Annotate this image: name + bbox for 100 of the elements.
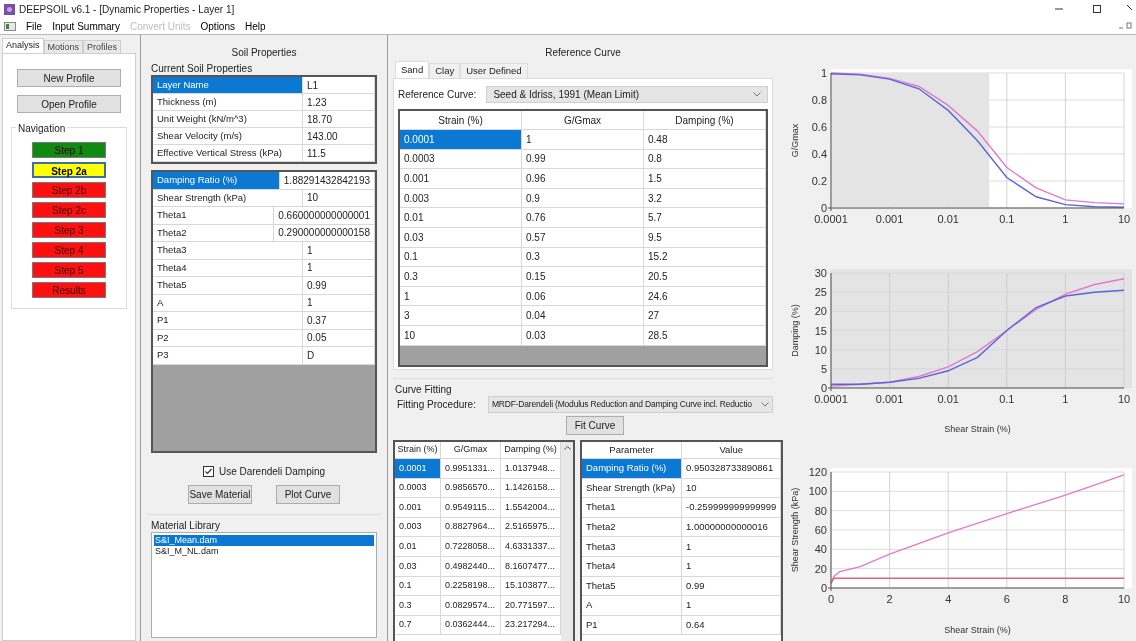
table-cell: 1.5542004... — [501, 498, 561, 518]
group-label: Current Soil Properties — [151, 62, 254, 75]
table-cell: 0.1 — [395, 576, 441, 597]
table-cell: Damping Ratio (%) — [582, 459, 682, 479]
table-cell: 3.2 — [644, 188, 766, 209]
table-cell: 2.5165975... — [501, 517, 561, 538]
step-button[interactable]: Step 1 — [32, 142, 106, 158]
step-button[interactable]: Step 2c — [32, 202, 106, 218]
app-logo-icon — [4, 3, 15, 15]
axis-tick-label: 10 — [814, 343, 827, 356]
list-item[interactable]: S&I_Mean.dam — [154, 535, 374, 546]
table-cell: Layer Name — [153, 77, 303, 94]
tab[interactable]: Sand — [395, 61, 430, 78]
step-button[interactable]: Step 5 — [32, 262, 106, 278]
table-cell: Theta1 — [153, 207, 275, 225]
axis-tick-label: 10 — [1117, 213, 1131, 225]
column-header: Damping (%) — [644, 111, 766, 130]
table-cell: Thickness (m) — [153, 94, 303, 111]
axis-tick-label: 0.4 — [811, 148, 827, 160]
step-button[interactable]: Step 2b — [32, 182, 106, 198]
table-cell: 0.99 — [522, 149, 644, 170]
table-cell: 0.37 — [303, 312, 375, 330]
table-cell: Theta1 — [582, 498, 682, 518]
table-cell: 1 — [682, 596, 782, 616]
menu-item[interactable]: Input Summary — [52, 18, 120, 34]
dropdown[interactable]: Seed & Idriss, 1991 (Mean Limit) — [486, 85, 768, 103]
axis-tick-label: 15 — [814, 324, 827, 337]
axis-tick-label: 0.01 — [937, 213, 959, 225]
axis-tick-label: 0 — [820, 382, 827, 394]
table-cell: 0.15 — [522, 267, 644, 287]
group-label: Curve Fitting — [394, 383, 453, 395]
step-button[interactable]: Results — [32, 282, 106, 298]
action-button[interactable]: Save Material — [188, 485, 252, 504]
axis-tick-label: 1 — [820, 67, 827, 79]
table-cell: 0.0003 — [400, 149, 522, 170]
axis-tick-label: 5 — [820, 362, 827, 375]
menu-item[interactable]: Options — [200, 18, 235, 34]
table-cell: 0.9951331... — [441, 459, 501, 479]
column-header: Strain (%) — [400, 111, 522, 130]
table-cell: 10 — [682, 478, 782, 499]
table-cell: 0.48 — [644, 130, 766, 150]
table-cell: 0.7228058... — [441, 537, 501, 557]
column-header: G/Gmax — [441, 442, 501, 459]
tab[interactable]: Profiles — [83, 40, 122, 53]
checkbox[interactable] — [202, 465, 214, 477]
panel-title: Reference Curve — [544, 46, 622, 60]
table-cell: 0.0001 — [395, 459, 441, 479]
step-button[interactable]: Step 4 — [32, 242, 106, 258]
table-cell: 27 — [644, 306, 766, 326]
table-cell: 0.04 — [522, 306, 644, 326]
table-cell: 3 — [400, 306, 522, 326]
table-cell: Unit Weight (kN/m^3) — [153, 111, 303, 128]
axis-tick-label: 0.001 — [875, 393, 904, 405]
table-cell: 0.76 — [522, 208, 644, 228]
tab[interactable]: User Defined — [460, 63, 528, 78]
table-cell: 1 — [400, 286, 522, 307]
action-button[interactable]: Plot Curve — [276, 485, 340, 504]
axis-title: Shear Strain (%) — [944, 424, 1011, 434]
profile-button[interactable]: New Profile — [17, 69, 121, 87]
chevron-up-icon[interactable] — [563, 446, 571, 450]
menu-item[interactable]: File — [26, 18, 43, 34]
table-cell: Theta2 — [582, 517, 682, 538]
document-icon[interactable] — [4, 21, 16, 31]
tab[interactable]: Motions — [43, 40, 84, 53]
table-cell: 0.003 — [395, 517, 441, 538]
axis-tick-label: 10 — [1117, 393, 1131, 405]
axis-tick-label: 0.8 — [811, 94, 827, 106]
restore-icon[interactable] — [1118, 22, 1132, 30]
maximize-icon[interactable] — [1092, 4, 1102, 14]
table-cell: 28.5 — [644, 325, 766, 346]
scrollbar[interactable] — [561, 442, 573, 641]
fit-curve-button[interactable]: Fit Curve — [566, 416, 624, 435]
table-cell: 1.0137948... — [501, 459, 561, 479]
checkbox-label: Use Darendeli Damping — [218, 464, 326, 479]
step-button[interactable]: Step 2a — [32, 162, 106, 178]
group-label: Material Library — [151, 519, 221, 532]
panel-title: Soil Properties — [230, 46, 298, 60]
axis-tick-label: 0 — [827, 593, 835, 605]
axis-title: Damping (%) — [790, 304, 800, 357]
table-cell: 0.64 — [682, 615, 782, 636]
tab[interactable]: Clay — [429, 63, 461, 78]
table-cell: 0.96 — [522, 169, 644, 189]
menu-item[interactable]: Help — [245, 18, 266, 34]
axis-tick-label: 2 — [886, 593, 893, 605]
field-label: Fitting Procedure: — [397, 397, 476, 412]
tab[interactable]: Analysis — [2, 38, 44, 53]
axis-tick-label: 6 — [1003, 593, 1010, 605]
profile-button[interactable]: Open Profile — [17, 95, 121, 113]
table-cell: 0.0362444... — [441, 615, 501, 636]
axis-tick-label: 40 — [814, 543, 827, 556]
step-button[interactable]: Step 3 — [32, 222, 106, 238]
dropdown[interactable]: MRDF-Darendeli (Modulus Reduction and Damping Curve incl. Reductio — [487, 395, 773, 413]
list-item[interactable]: S&I_M_NL.dam — [154, 546, 374, 557]
table-cell: 8.1607477... — [501, 556, 561, 577]
axis-tick-label: 4 — [945, 593, 952, 605]
axis-tick-label: 0.1 — [999, 213, 1015, 225]
table-cell: 0.01 — [400, 208, 522, 228]
axis-tick-label: 20 — [814, 305, 827, 318]
axis-title: Shear Strength (kPa) — [790, 487, 800, 573]
chevron-down-icon — [753, 91, 761, 97]
